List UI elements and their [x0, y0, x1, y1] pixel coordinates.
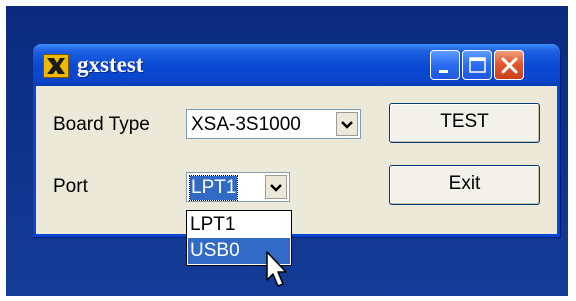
board-type-dropdown-button[interactable] — [336, 112, 358, 136]
window-title: gxstest — [77, 52, 144, 77]
minimize-icon — [439, 70, 448, 73]
exit-button-label: Exit — [448, 173, 481, 194]
title-bar[interactable]: gxstest — [33, 44, 560, 86]
test-button[interactable]: TEST — [389, 103, 540, 143]
close-button[interactable] — [494, 50, 524, 80]
board-type-value: XSA-3S1000 — [191, 114, 301, 135]
close-icon — [501, 57, 518, 74]
chevron-down-icon — [270, 184, 282, 192]
port-dropdown-button[interactable] — [265, 175, 287, 199]
port-value: LPT1 — [188, 175, 239, 201]
board-type-select[interactable]: XSA-3S1000 — [186, 109, 361, 139]
port-select[interactable]: LPT1 — [186, 172, 290, 202]
port-label: Port — [53, 176, 88, 197]
port-option-lpt1[interactable]: LPT1 — [188, 212, 290, 238]
minimize-button[interactable] — [430, 50, 460, 80]
exit-button[interactable]: Exit — [389, 165, 540, 205]
board-type-label: Board Type — [53, 114, 150, 135]
maximize-icon — [469, 57, 486, 73]
maximize-button[interactable] — [462, 50, 492, 80]
test-button-label: TEST — [440, 111, 489, 132]
app-icon[interactable] — [43, 54, 69, 78]
chevron-down-icon — [341, 121, 353, 129]
mouse-pointer-icon — [266, 251, 287, 287]
